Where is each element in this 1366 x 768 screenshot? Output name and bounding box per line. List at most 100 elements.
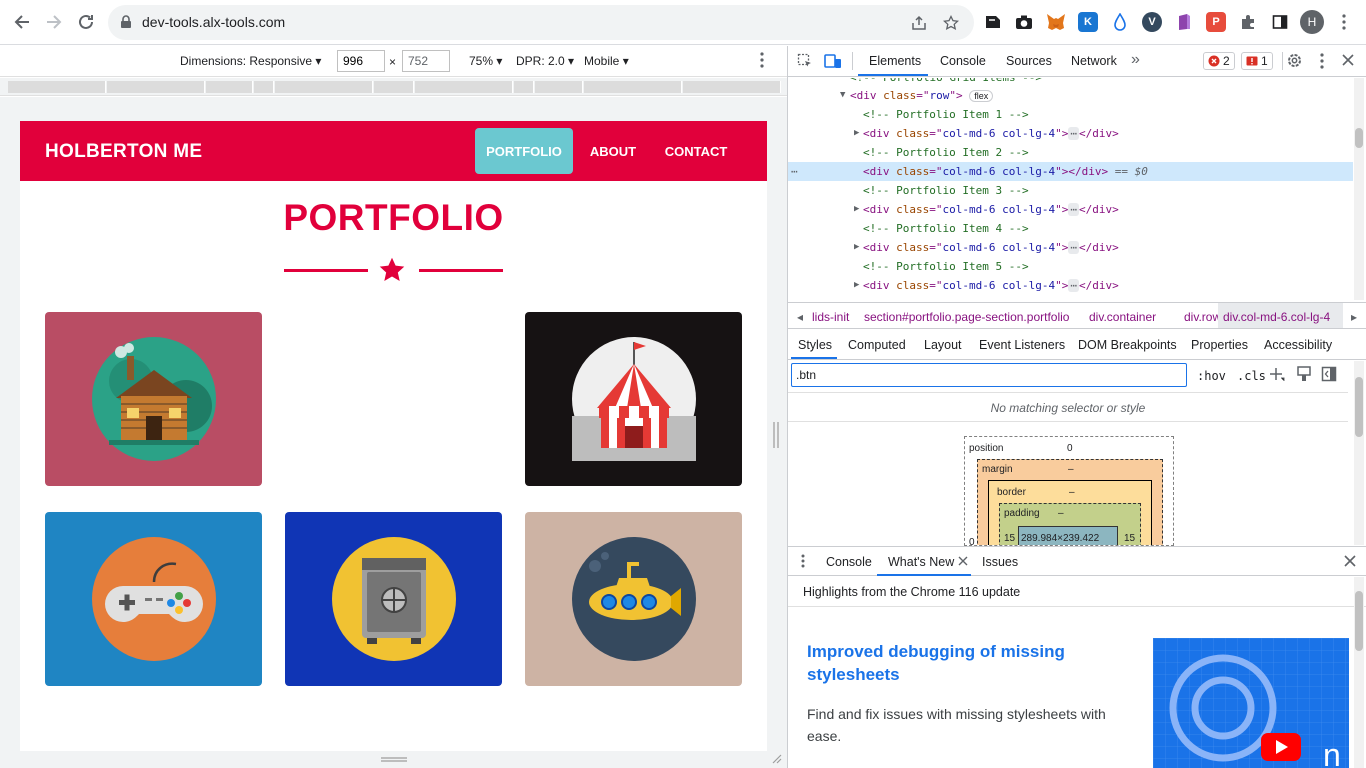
hover-state-toggle[interactable]: :hov — [1197, 369, 1226, 383]
dom-node[interactable]: <!-- Portfolio Item 3 --> — [788, 181, 1353, 200]
forward-arrow-icon[interactable] — [44, 12, 64, 32]
element-state-icon[interactable] — [1297, 366, 1311, 385]
resize-handle-right[interactable] — [773, 422, 779, 448]
ellipsis-icon[interactable]: ⋯ — [1068, 241, 1079, 254]
tab-elements[interactable]: Elements — [869, 54, 921, 68]
ellipsis-icon[interactable]: ⋯ — [1068, 279, 1079, 292]
dom-node[interactable]: <!-- Portfolio Item 5 --> — [788, 257, 1353, 276]
resize-handle-bottom[interactable] — [381, 757, 407, 762]
back-arrow-icon[interactable] — [12, 12, 32, 32]
expand-triangle-icon[interactable]: ▶ — [854, 276, 859, 295]
metamask-fox-icon[interactable] — [1046, 12, 1066, 32]
box-position-value[interactable]: 0 — [1067, 443, 1073, 454]
scrollbar-thumb[interactable] — [1355, 591, 1363, 651]
warning-count-badge[interactable]: 1 — [1241, 52, 1273, 70]
ruler-segment[interactable] — [374, 81, 414, 93]
drawer-tab-console[interactable]: Console — [826, 555, 872, 569]
scrollbar-thumb[interactable] — [1355, 377, 1363, 437]
subtab-layout[interactable]: Layout — [924, 338, 962, 352]
subtab-computed[interactable]: Computed — [848, 338, 906, 352]
nav-portfolio-link[interactable]: PORTFOLIO — [475, 128, 573, 174]
subtab-dom-breakpoints[interactable]: DOM Breakpoints — [1078, 338, 1177, 352]
whats-new-title[interactable]: Improved debugging of missing stylesheet… — [807, 640, 1097, 686]
new-style-rule-icon[interactable] — [1269, 366, 1285, 385]
more-tabs-chevron-icon[interactable]: » — [1131, 51, 1140, 69]
k-extension-icon[interactable]: K — [1078, 12, 1098, 32]
box-margin[interactable]: margin – border – padding – 15 289.984×2… — [977, 459, 1163, 545]
box-padding-value[interactable]: – — [1058, 508, 1064, 519]
dom-node[interactable]: ▶ <div class="col-md-6 col-lg-4"> ⋯ </div> — [788, 124, 1353, 143]
dom-tree-scrollbar[interactable] — [1354, 78, 1364, 300]
viewport-width-input[interactable] — [337, 50, 385, 72]
expand-triangle-icon[interactable]: ▶ — [854, 238, 859, 257]
ellipsis-icon[interactable]: ⋯ — [1068, 127, 1079, 140]
styles-filter-input[interactable]: .btn — [791, 363, 1187, 387]
ellipsis-icon[interactable]: ⋯ — [1068, 203, 1079, 216]
drop-extension-icon[interactable] — [1110, 12, 1130, 32]
drawer-tab-issues[interactable]: Issues — [982, 555, 1018, 569]
purple-extension-icon[interactable] — [1174, 12, 1194, 32]
site-brand[interactable]: HOLBERTON ME — [45, 141, 202, 163]
inspect-element-icon[interactable] — [797, 53, 813, 72]
ruler-segment[interactable] — [275, 81, 373, 93]
dom-node[interactable]: ▼ <div class="row"> flex — [788, 86, 1353, 105]
media-query-ruler[interactable] — [0, 78, 787, 96]
dimensions-dropdown[interactable]: Dimensions: Responsive ▾ — [180, 54, 321, 68]
styles-scrollbar[interactable] — [1354, 361, 1364, 545]
nav-contact-link[interactable]: CONTACT — [658, 128, 734, 174]
subtab-accessibility[interactable]: Accessibility — [1264, 338, 1332, 352]
dom-node[interactable]: <!-- Portfolio Item 4 --> — [788, 219, 1353, 238]
devtools-menu-icon[interactable] — [1320, 53, 1324, 72]
breadcrumb-item[interactable]: div.row — [1184, 310, 1221, 324]
box-padding-left-value[interactable]: 15 — [1004, 533, 1015, 544]
drawer-menu-icon[interactable] — [801, 554, 805, 571]
box-padding[interactable]: padding – 15 289.984×239.422 15 — [999, 503, 1141, 545]
subtab-event-listeners[interactable]: Event Listeners — [979, 338, 1065, 352]
chrome-menu-icon[interactable] — [1334, 12, 1354, 32]
ruler-segment[interactable] — [514, 81, 534, 93]
portfolio-item-submarine[interactable] — [525, 512, 742, 686]
ruler-segment[interactable] — [535, 81, 583, 93]
bookmark-star-icon[interactable] — [942, 14, 960, 32]
ruler-segment[interactable] — [415, 81, 513, 93]
dpr-dropdown[interactable]: DPR: 2.0 ▾ — [516, 54, 574, 68]
device-mode-dropdown[interactable]: Mobile ▾ — [584, 54, 629, 68]
ruler-segment[interactable] — [584, 81, 682, 93]
breadcrumb-item-current[interactable]: div.col-md-6.col-lg-4 — [1218, 303, 1343, 328]
box-border-value[interactable]: – — [1069, 487, 1075, 498]
reload-icon[interactable] — [76, 12, 96, 32]
share-icon[interactable] — [910, 14, 928, 32]
ruler-segment[interactable] — [206, 81, 253, 93]
ruler-segment[interactable] — [107, 81, 205, 93]
device-toggle-icon[interactable] — [824, 53, 842, 72]
settings-gear-icon[interactable] — [1286, 52, 1303, 72]
side-panel-icon[interactable] — [1270, 12, 1290, 32]
extension-tab-icon[interactable] — [983, 12, 1003, 32]
box-margin-value[interactable]: – — [1068, 464, 1074, 475]
dom-node[interactable]: ▶ <div class="col-md-6 col-lg-4"> ⋯ </div> — [788, 276, 1353, 295]
resize-corner-icon[interactable] — [770, 752, 782, 764]
address-bar[interactable]: dev-tools.alx-tools.com — [108, 5, 974, 40]
profile-avatar[interactable]: H — [1300, 10, 1324, 34]
scrollbar-thumb[interactable] — [1355, 128, 1363, 148]
extensions-puzzle-icon[interactable] — [1238, 12, 1258, 32]
box-outer-left-value[interactable]: 0 — [969, 537, 975, 545]
expand-triangle-icon[interactable]: ▼ — [840, 86, 845, 105]
tab-console[interactable]: Console — [940, 54, 986, 68]
ruler-segment[interactable] — [254, 81, 274, 93]
breadcrumb-item[interactable]: section#portfolio.page-section.portfolio — [864, 310, 1069, 324]
breadcrumb-item[interactable]: div.container — [1089, 310, 1156, 324]
flex-badge[interactable]: flex — [969, 90, 994, 102]
computed-sidebar-toggle-icon[interactable] — [1321, 366, 1337, 385]
v-extension-icon[interactable]: V — [1142, 12, 1162, 32]
breadcrumb-left-arrow-icon[interactable]: ◂ — [797, 310, 803, 324]
close-whats-new-icon[interactable] — [958, 555, 968, 569]
dom-node-selected[interactable]: ⋯ <div class="col-md-6 col-lg-4"></div> … — [788, 162, 1353, 181]
breadcrumb-right-arrow-icon[interactable]: ▸ — [1351, 310, 1357, 324]
ruler-segment[interactable] — [8, 81, 106, 93]
portfolio-item-game-controller[interactable] — [45, 512, 262, 686]
whats-new-video-thumbnail[interactable]: n — [1153, 638, 1349, 768]
portfolio-item-safe[interactable] — [285, 512, 502, 686]
error-count-badge[interactable]: 2 — [1203, 52, 1235, 70]
dom-node[interactable]: ▶ <div class="col-md-6 col-lg-4"> ⋯ </div> — [788, 200, 1353, 219]
